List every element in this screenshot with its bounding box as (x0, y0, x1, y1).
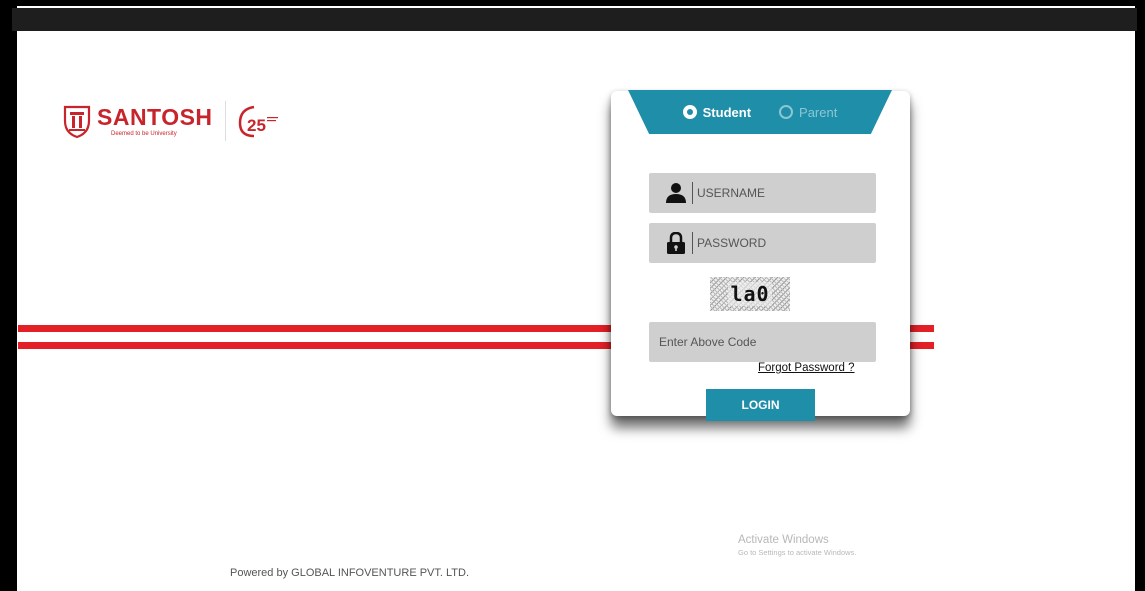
forgot-password-link[interactable]: Forgot Password ? (758, 362, 855, 374)
tab-parent[interactable]: Parent (779, 105, 837, 120)
watermark-subtitle: Go to Settings to activate Windows. (738, 548, 857, 557)
watermark-title: Activate Windows (738, 534, 829, 546)
login-button[interactable]: LOGIN (706, 389, 815, 421)
user-icon (663, 180, 689, 206)
captcha-code-input[interactable] (659, 335, 859, 349)
university-logo[interactable]: SANTOSH Deemed to be University 25 (62, 99, 280, 143)
lock-icon (663, 230, 689, 256)
logo-divider (224, 101, 226, 141)
login-page: SANTOSH Deemed to be University 25 Stude… (18, 31, 1135, 591)
left-border (6, 6, 17, 591)
activate-windows-watermark: Activate Windows Go to Settings to activ… (738, 534, 856, 557)
login-card: Student Parent USERNAME la0 Enter Above … (611, 90, 910, 421)
captcha-text: la0 (728, 282, 772, 306)
password-input[interactable] (697, 236, 867, 250)
anniversary-number: 25 (247, 116, 266, 135)
brand-name: SANTOSH (97, 103, 213, 130)
tab-student[interactable]: Student (682, 104, 752, 120)
browser-top-bar (12, 8, 1137, 31)
powered-by-footer: Powered by GLOBAL INFOVENTURE PVT. LTD. (230, 567, 470, 579)
username-input[interactable] (697, 186, 867, 200)
brand-tagline: Deemed to be University (111, 130, 177, 137)
username-field[interactable] (649, 173, 876, 213)
role-tab-bar: Student Parent (628, 90, 892, 134)
tab-student-label: Student (702, 104, 752, 120)
tab-parent-label: Parent (799, 104, 838, 120)
radio-unselected-icon[interactable] (779, 105, 794, 119)
anniversary-logo-icon: 25 (238, 105, 278, 138)
captcha-code-field[interactable] (649, 322, 876, 362)
field-separator (692, 182, 693, 204)
captcha-image: la0 (710, 277, 790, 311)
field-separator (692, 232, 693, 254)
radio-selected-icon[interactable] (682, 105, 697, 119)
brand-text: SANTOSH Deemed to be University (97, 103, 213, 137)
password-field[interactable] (649, 223, 876, 263)
right-border (1135, 6, 1139, 591)
university-emblem-icon (63, 105, 91, 139)
